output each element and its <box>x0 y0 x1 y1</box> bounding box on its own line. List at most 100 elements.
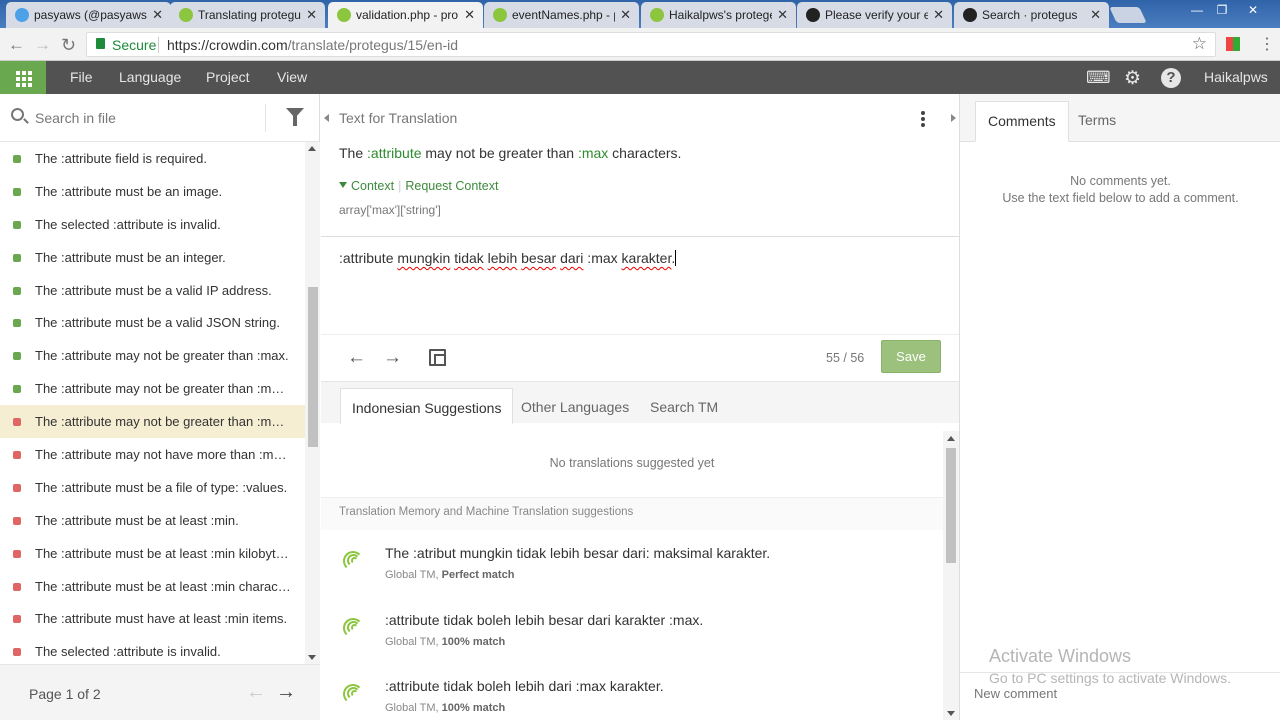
browser-tab[interactable]: validation.php - pro ✕ <box>328 2 483 29</box>
pager: Page 1 of 2 ← → <box>0 664 320 720</box>
string-row[interactable]: The :attribute must have at least :min i… <box>0 602 305 635</box>
tm-suggestion[interactable]: The :atribut mungkin tidak lebih besar d… <box>321 543 943 609</box>
status-badge <box>13 483 21 492</box>
scroll-down-icon[interactable] <box>947 711 955 716</box>
apps-grid-icon[interactable] <box>0 61 46 94</box>
next-page-icon[interactable]: → <box>276 681 296 704</box>
suggestions-scrollbar[interactable] <box>943 431 959 720</box>
context-value: array['max']['string'] <box>339 203 441 217</box>
tab-other-languages[interactable]: Other Languages <box>510 388 640 424</box>
browser-tab[interactable]: Haikalpws's protege ✕ <box>641 2 796 28</box>
string-row[interactable]: The :attribute must be at least :min cha… <box>0 570 305 603</box>
strings-scrollbar[interactable] <box>305 142 320 664</box>
search-icon <box>11 108 24 121</box>
previous-string-icon[interactable]: ← <box>347 347 366 369</box>
scroll-up-icon[interactable] <box>308 146 316 151</box>
tm-suggestion[interactable]: :attribute tidak boleh lebih besar dari … <box>321 610 943 676</box>
string-row[interactable]: The :attribute must be a valid JSON stri… <box>0 306 305 339</box>
string-row[interactable]: The :attribute must be an integer. <box>0 241 305 274</box>
collapse-left-icon[interactable] <box>324 114 329 122</box>
string-row[interactable]: The :attribute field is required. <box>0 142 305 175</box>
tab-terms[interactable]: Terms <box>1066 101 1128 142</box>
status-badge <box>13 451 21 460</box>
string-row[interactable]: The selected :attribute is invalid. <box>0 635 305 664</box>
url-field[interactable]: Secure https://crowdin.com/translate/pro… <box>86 32 1216 57</box>
string-row[interactable]: The selected :attribute is invalid. <box>0 208 305 241</box>
back-icon[interactable]: ← <box>8 35 25 55</box>
string-row[interactable]: The :attribute must be an image. <box>0 175 305 208</box>
close-tab-icon[interactable]: ✕ <box>620 7 631 23</box>
bookmark-star-icon[interactable]: ☆ <box>1192 34 1207 54</box>
no-comments-text: No comments yet. Use the text field below… <box>1002 174 1239 205</box>
new-tab-button[interactable] <box>1109 7 1147 23</box>
copy-source-icon[interactable] <box>429 349 446 366</box>
help-icon[interactable]: ? <box>1161 68 1181 88</box>
extension-icon[interactable] <box>1226 37 1240 51</box>
tab-indonesian-suggestions[interactable]: Indonesian Suggestions <box>340 388 514 424</box>
string-row[interactable]: The :attribute must be a file of type: :… <box>0 471 305 504</box>
keyboard-icon[interactable]: ⌨ <box>1086 68 1111 88</box>
reload-icon[interactable]: ↻ <box>61 35 76 56</box>
string-row[interactable]: The :attribute may not have more than :m… <box>0 438 305 471</box>
collapse-right-icon[interactable] <box>951 114 956 122</box>
scroll-thumb[interactable] <box>946 448 956 563</box>
tab-comments[interactable]: Comments <box>975 101 1069 142</box>
string-text: The :attribute may not have more than :m… <box>35 447 294 463</box>
tab-title: eventNames.php - p <box>512 8 615 22</box>
tab-search-tm[interactable]: Search TM <box>639 388 729 424</box>
menu-project[interactable]: Project <box>206 69 250 85</box>
gear-icon[interactable]: ⚙ <box>1124 67 1141 90</box>
context-toggle[interactable]: Context <box>351 179 394 193</box>
close-tab-icon[interactable]: ✕ <box>464 7 475 23</box>
scroll-up-icon[interactable] <box>947 436 955 441</box>
close-tab-icon[interactable]: ✕ <box>1090 7 1101 23</box>
string-text: The selected :attribute is invalid. <box>35 216 221 232</box>
next-string-icon[interactable]: → <box>383 347 402 369</box>
close-tab-icon[interactable]: ✕ <box>152 7 163 23</box>
window-close-icon[interactable]: ✕ <box>1238 0 1268 20</box>
forward-icon[interactable]: → <box>34 35 51 55</box>
tm-suggestion[interactable]: :attribute tidak boleh lebih dari :max k… <box>321 676 943 720</box>
string-row[interactable]: The :attribute must be a valid IP addres… <box>0 274 305 307</box>
scroll-down-icon[interactable] <box>308 655 316 660</box>
string-row[interactable]: The :attribute must be at least :min kil… <box>0 537 305 570</box>
browser-tab[interactable]: eventNames.php - p ✕ <box>484 2 639 28</box>
user-name[interactable]: Haikalpws <box>1204 69 1268 85</box>
menu-language[interactable]: Language <box>119 69 181 85</box>
prev-page-icon[interactable]: ← <box>246 681 266 704</box>
filter-icon[interactable] <box>286 108 304 126</box>
browser-tab[interactable]: pasyaws (@pasyaws ✕ <box>6 2 171 28</box>
more-options-icon[interactable] <box>921 111 925 127</box>
string-row[interactable]: The :attribute may not be greater than :… <box>0 339 305 372</box>
context-links: Context | Request Context <box>339 179 498 193</box>
status-badge <box>13 582 21 591</box>
comment-tabs: Comments Terms <box>960 94 1280 142</box>
url-text: https://crowdin.com/translate/protegus/1… <box>167 37 459 53</box>
string-counter: 55 / 56 <box>826 351 865 365</box>
status-badge <box>13 286 21 295</box>
string-row[interactable]: The :attribute may not be greater than :… <box>0 372 305 405</box>
status-badge <box>13 319 21 328</box>
save-button[interactable]: Save <box>881 340 941 373</box>
close-tab-icon[interactable]: ✕ <box>933 7 944 23</box>
browser-tab[interactable]: Translating protegu ✕ <box>170 2 325 28</box>
string-row[interactable]: The :attribute must be at least :min. <box>0 504 305 537</box>
page-label: Page 1 of 2 <box>29 686 101 702</box>
menu-view[interactable]: View <box>277 69 307 85</box>
scroll-thumb[interactable] <box>308 287 318 447</box>
request-context-link[interactable]: Request Context <box>405 179 498 193</box>
string-text: The :attribute must be an integer. <box>35 249 226 265</box>
browser-menu-icon[interactable]: ⋮ <box>1259 34 1275 54</box>
browser-tab[interactable]: Search · protegus ✕ <box>954 2 1109 28</box>
restore-icon[interactable]: ❐ <box>1207 0 1237 20</box>
menu-file[interactable]: File <box>70 69 93 85</box>
close-tab-icon[interactable]: ✕ <box>777 7 788 23</box>
string-row[interactable]: The :attribute may not be greater than :… <box>0 405 305 439</box>
translation-input[interactable]: :attribute mungkin tidak lebih besar dar… <box>339 250 677 266</box>
tm-suggestion-meta: Global TM, Perfect match <box>385 569 515 581</box>
browser-tab[interactable]: Please verify your e ✕ <box>797 2 952 28</box>
search-input[interactable]: Search in file <box>35 110 116 126</box>
favicon-icon <box>493 8 507 22</box>
tab-title: Please verify your e <box>825 8 928 22</box>
close-tab-icon[interactable]: ✕ <box>306 7 317 23</box>
